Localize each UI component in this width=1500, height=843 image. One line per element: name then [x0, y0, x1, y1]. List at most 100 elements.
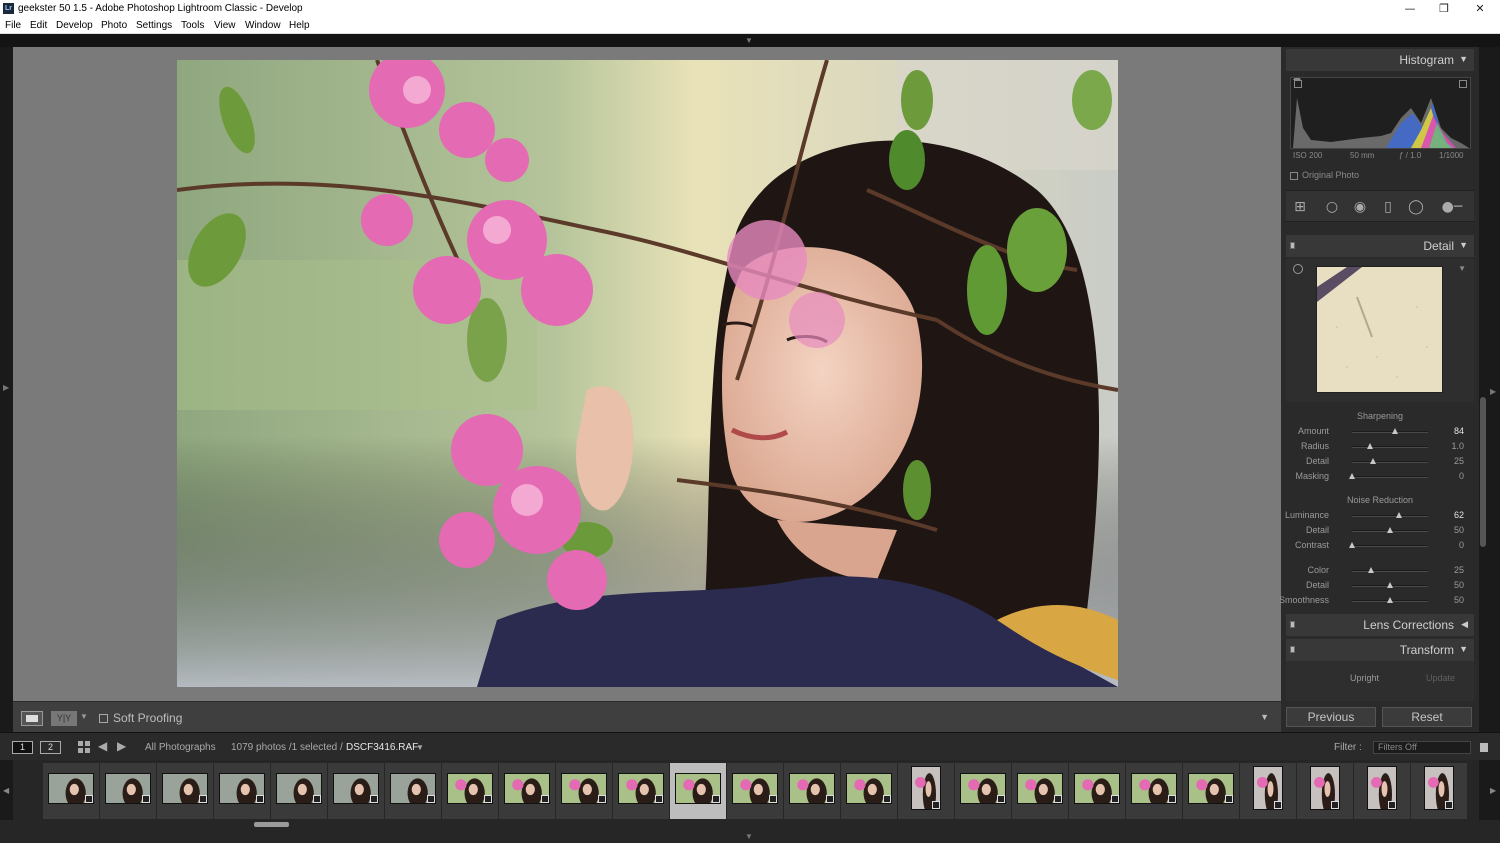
forward-arrow-icon[interactable]: ▶	[117, 739, 126, 753]
crop-overlay-icon[interactable]: ⊞	[1292, 199, 1308, 215]
graduated-filter-icon[interactable]: ▯	[1380, 199, 1396, 215]
left-panel-toggle[interactable]: ▶	[0, 47, 13, 732]
adjustment-brush-icon[interactable]: ●─	[1436, 199, 1468, 215]
menu-view[interactable]: View	[214, 20, 236, 31]
detail-zoom-preview[interactable]	[1316, 266, 1443, 393]
filmstrip-right-toggle[interactable]: ▶	[1479, 760, 1500, 820]
filmstrip-thumbnail[interactable]	[670, 763, 726, 819]
radial-filter-icon[interactable]: ◯	[1408, 199, 1424, 215]
filmstrip-thumbnail[interactable]	[1012, 763, 1068, 819]
filmstrip-thumbnail[interactable]	[1126, 763, 1182, 819]
spot-removal-icon[interactable]: ○	[1324, 199, 1340, 215]
original-photo-checkbox[interactable]	[1290, 171, 1298, 180]
triangle-right-icon[interactable]: ▶	[1490, 387, 1496, 396]
source-label[interactable]: All Photographs	[145, 742, 216, 753]
filmstrip-thumbnail[interactable]	[1297, 763, 1353, 819]
filmstrip-thumbnail[interactable]	[157, 763, 213, 819]
filmstrip-thumbnail[interactable]	[613, 763, 669, 819]
back-arrow-icon[interactable]: ◀	[98, 739, 107, 753]
filmstrip[interactable]	[13, 760, 1479, 820]
slider-knob[interactable]	[1387, 527, 1393, 533]
filmstrip-thumbnail[interactable]	[556, 763, 612, 819]
smoothness-slider[interactable]: Smoothness 50	[1279, 594, 1474, 608]
color-slider[interactable]: Color 25	[1286, 564, 1474, 578]
filmstrip-thumbnail[interactable]	[442, 763, 498, 819]
contrast-slider[interactable]: Contrast 0	[1286, 539, 1474, 553]
original-photo-toggle[interactable]: Original Photo	[1290, 170, 1359, 180]
slider-knob[interactable]	[1387, 582, 1393, 588]
filmstrip-thumbnail[interactable]	[214, 763, 270, 819]
dropdown-arrow-icon[interactable]: ▼	[80, 712, 88, 721]
filmstrip-thumbnail[interactable]	[499, 763, 555, 819]
slider-knob[interactable]	[1370, 458, 1377, 464]
filmstrip-thumbnail[interactable]	[898, 763, 954, 819]
filmstrip-thumbnail[interactable]	[1240, 763, 1296, 819]
secondary-window-button[interactable]: 2	[40, 741, 61, 754]
transform-header[interactable]: Transform ▼	[1286, 639, 1474, 661]
sharpen-detail-slider[interactable]: Detail 25	[1286, 455, 1474, 469]
update-button[interactable]: Update	[1426, 673, 1455, 683]
photo-viewer[interactable]	[13, 47, 1281, 701]
filter-lock-icon[interactable]	[1480, 743, 1488, 752]
radius-slider[interactable]: Radius 1.0	[1286, 440, 1474, 454]
panel-switch-icon[interactable]	[1290, 621, 1295, 628]
masking-slider[interactable]: Masking 0	[1286, 470, 1474, 484]
filmstrip-left-toggle[interactable]: ◀	[0, 760, 13, 820]
main-window-button[interactable]: 1	[12, 741, 33, 754]
slider-knob[interactable]	[1387, 597, 1393, 603]
lens-corrections-header[interactable]: Lens Corrections ◀	[1286, 614, 1474, 636]
dropdown-arrow-icon[interactable]: ▼	[416, 743, 424, 752]
filename-label[interactable]: DSCF3416.RAF	[346, 742, 418, 753]
bottom-panel-toggle-icon[interactable]: ▼	[745, 832, 753, 841]
histogram-panel-header[interactable]: Histogram ▼	[1286, 49, 1474, 71]
filmstrip-thumbnail[interactable]	[1411, 763, 1467, 819]
luminance-slider[interactable]: Luminance 62	[1285, 509, 1474, 523]
before-after-button[interactable]: Y|Y	[51, 711, 77, 726]
preview-toggle-icon[interactable]: ▼	[1458, 264, 1466, 273]
filmstrip-thumbnail[interactable]	[955, 763, 1011, 819]
reset-button[interactable]: Reset	[1382, 707, 1472, 727]
menu-help[interactable]: Help	[289, 20, 310, 31]
slider-knob[interactable]	[1367, 443, 1374, 449]
filmstrip-thumbnail[interactable]	[43, 763, 99, 819]
histogram-chart[interactable]	[1290, 74, 1471, 149]
filmstrip-thumbnail[interactable]	[100, 763, 156, 819]
menu-edit[interactable]: Edit	[30, 20, 47, 31]
minimize-button[interactable]: —	[1395, 1, 1425, 17]
menu-window[interactable]: Window	[245, 20, 281, 31]
luminance-detail-slider[interactable]: Detail 50	[1286, 524, 1474, 538]
filmstrip-thumbnail[interactable]	[841, 763, 897, 819]
scrollbar-thumb[interactable]	[254, 822, 289, 827]
menu-develop[interactable]: Develop	[56, 20, 93, 31]
filmstrip-thumbnail[interactable]	[328, 763, 384, 819]
slider-knob[interactable]	[1349, 542, 1355, 548]
slider-knob[interactable]	[1349, 473, 1355, 479]
toolbar-content-menu-icon[interactable]: ▼	[1260, 712, 1269, 722]
close-button[interactable]: ✕	[1465, 1, 1495, 17]
slider-knob[interactable]	[1391, 428, 1398, 434]
grid-view-icon[interactable]	[78, 741, 90, 753]
menu-file[interactable]: File	[5, 20, 21, 31]
filmstrip-thumbnail[interactable]	[1354, 763, 1410, 819]
filmstrip-thumbnail[interactable]	[1069, 763, 1125, 819]
color-detail-slider[interactable]: Detail 50	[1286, 579, 1474, 593]
slider-knob[interactable]	[1396, 512, 1403, 518]
panel-switch-icon[interactable]	[1290, 646, 1295, 653]
right-panel-scrollbar[interactable]: ▶	[1479, 47, 1500, 732]
filmstrip-thumbnail[interactable]	[1183, 763, 1239, 819]
loupe-view-button[interactable]	[21, 711, 43, 726]
soft-proofing-checkbox[interactable]	[99, 714, 108, 723]
amount-slider[interactable]: Amount 84	[1286, 425, 1474, 439]
menu-settings[interactable]: Settings	[136, 20, 172, 31]
menu-photo[interactable]: Photo	[101, 20, 127, 31]
red-eye-icon[interactable]: ◉	[1352, 199, 1368, 215]
slider-knob[interactable]	[1368, 567, 1374, 573]
highlight-clipping-icon[interactable]	[1459, 80, 1467, 88]
menu-tools[interactable]: Tools	[181, 20, 204, 31]
filmstrip-thumbnail[interactable]	[784, 763, 840, 819]
filmstrip-thumbnail[interactable]	[727, 763, 783, 819]
target-adjust-icon[interactable]	[1293, 264, 1303, 274]
panel-switch-icon[interactable]	[1290, 242, 1295, 249]
previous-button[interactable]: Previous	[1286, 707, 1376, 727]
detail-panel-header[interactable]: Detail ▼	[1286, 235, 1474, 257]
